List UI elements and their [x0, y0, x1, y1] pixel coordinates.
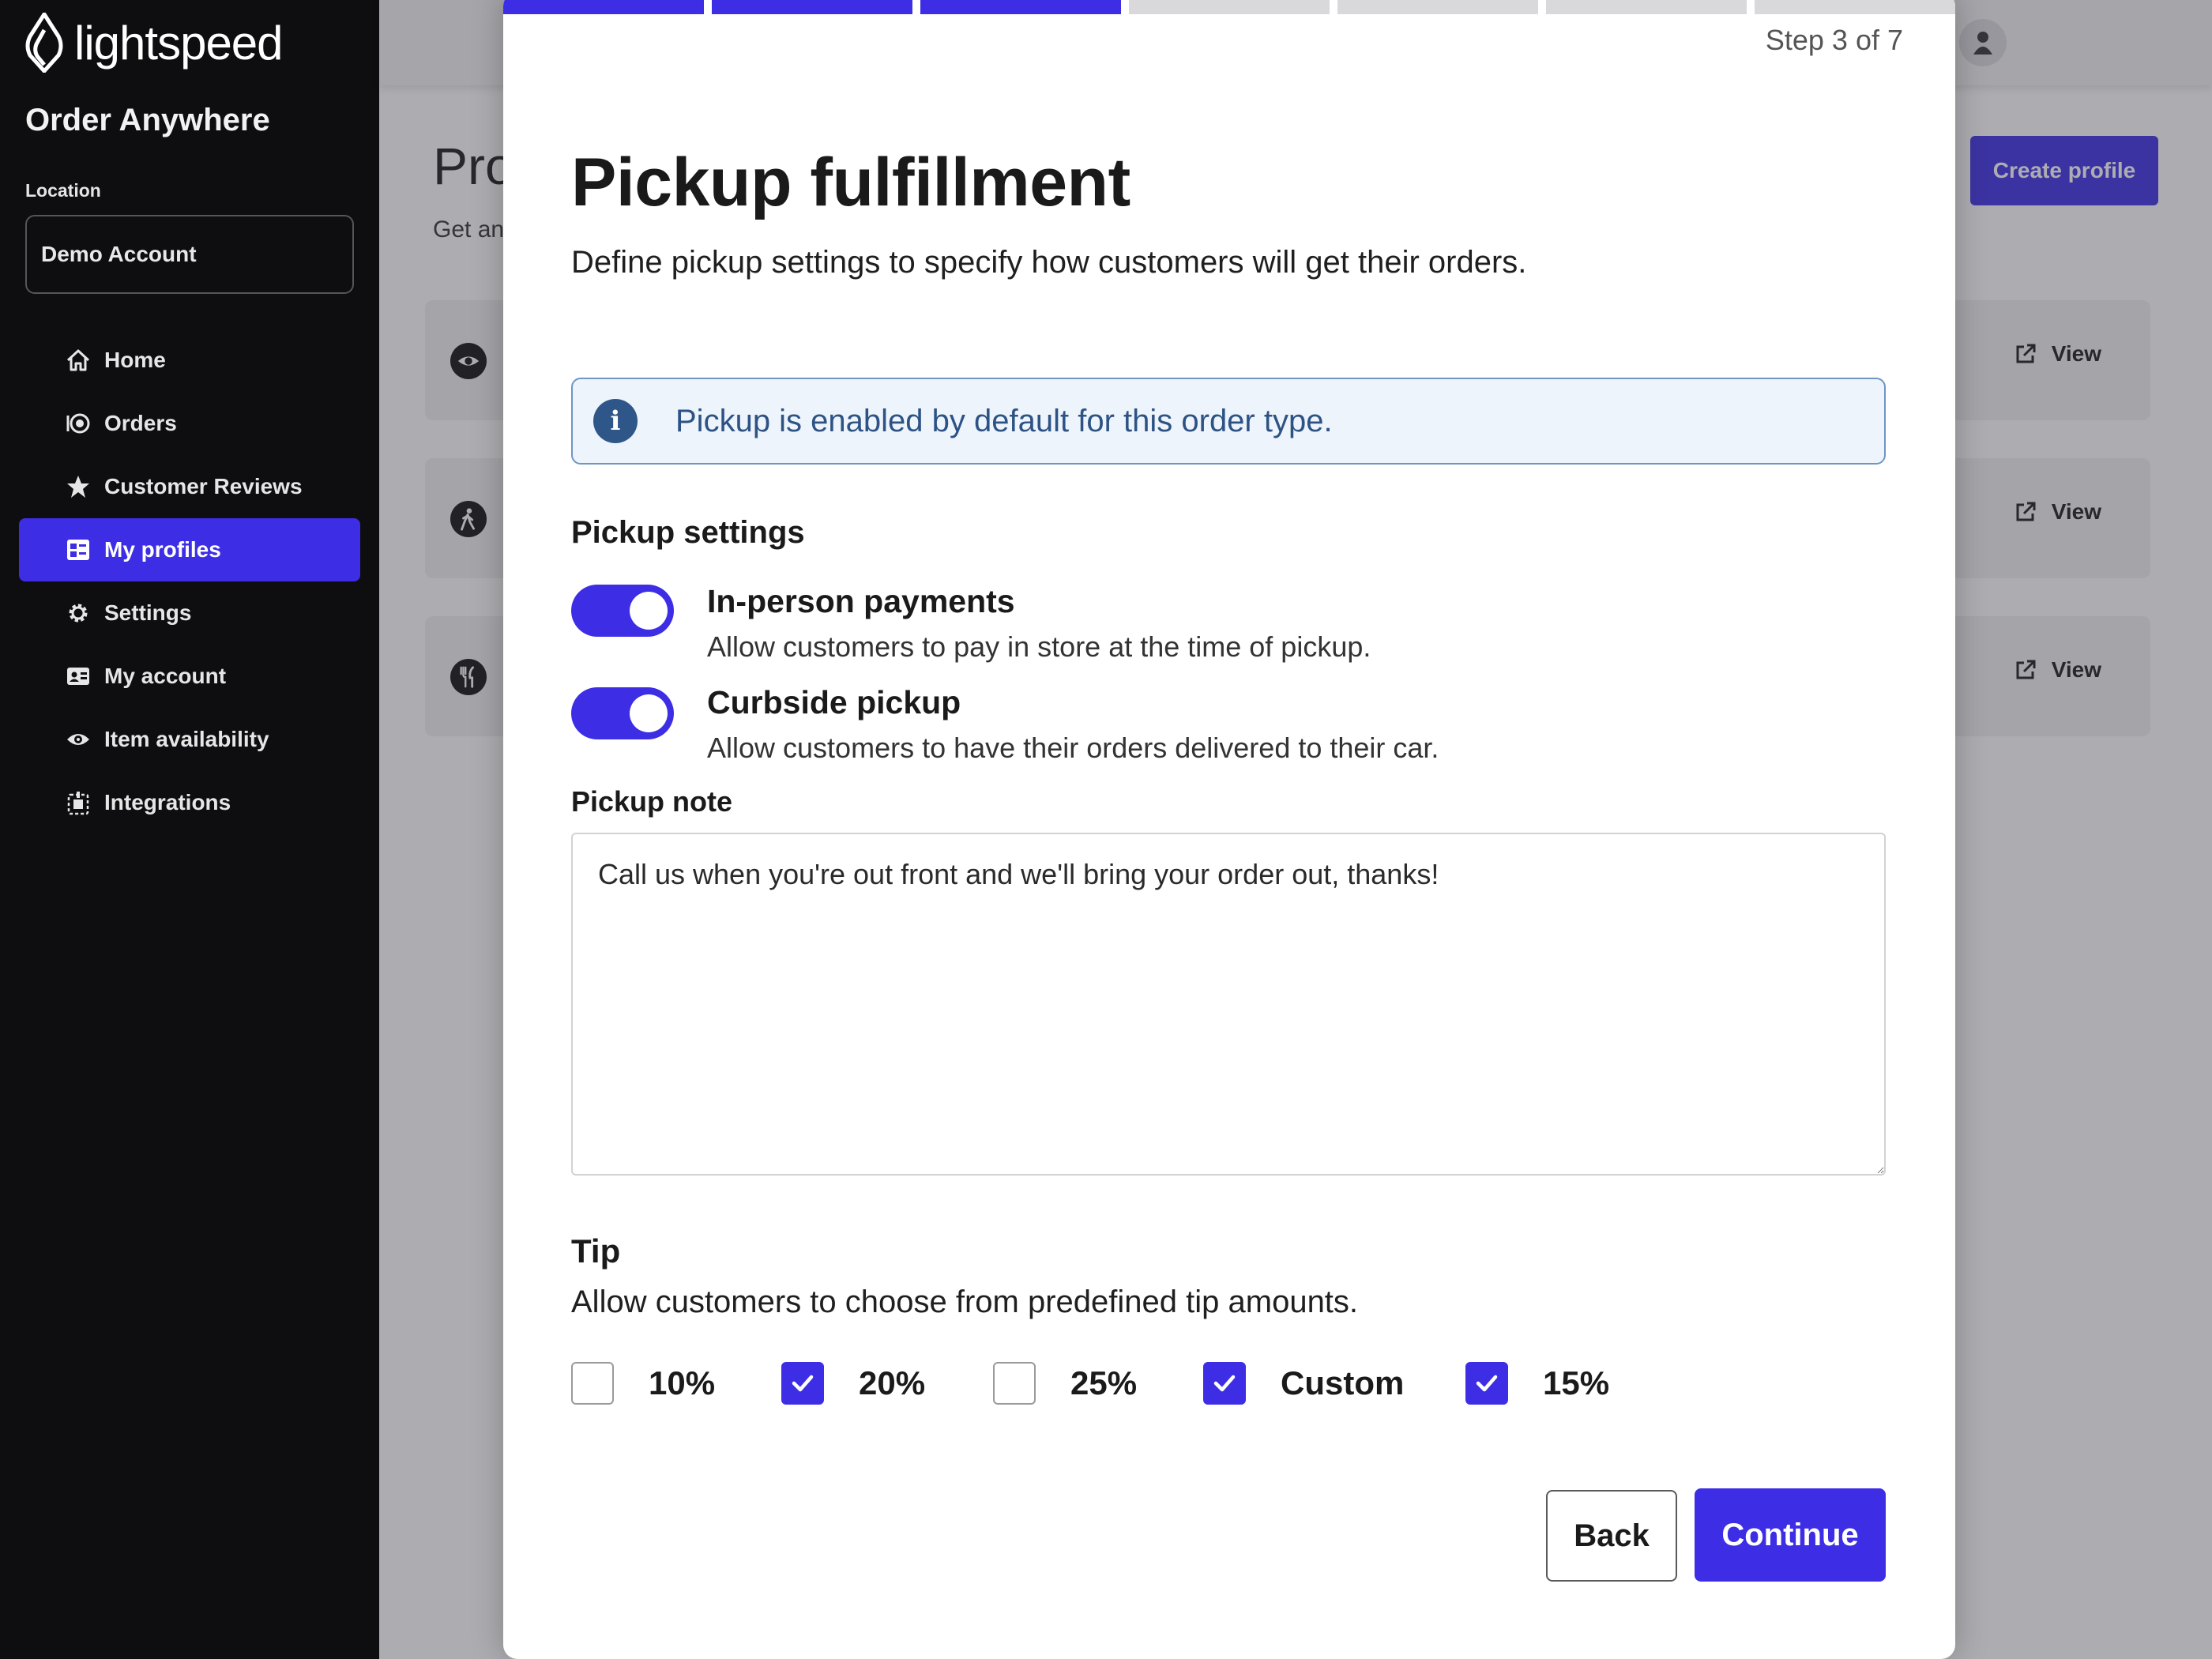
- location-selector[interactable]: Demo Account: [25, 215, 354, 294]
- progress-step-pending: [1129, 0, 1330, 14]
- id-card-icon: [65, 663, 92, 690]
- tip-label: 15%: [1543, 1364, 1610, 1401]
- tip-checkbox[interactable]: [571, 1362, 614, 1405]
- integrations-icon: [65, 789, 92, 816]
- in-person-payments-description: Allow customers to pay in store at the t…: [707, 630, 1371, 663]
- tip-option-20[interactable]: 20%: [781, 1362, 925, 1405]
- tip-checkbox[interactable]: [781, 1362, 824, 1405]
- progress-step-pending: [1755, 0, 1955, 14]
- info-message: Pickup is enabled by default for this or…: [675, 403, 1333, 438]
- tip-label: Custom: [1281, 1364, 1405, 1401]
- sidebar-item-my-profiles[interactable]: My profiles: [19, 518, 360, 581]
- toggle-knob: [630, 592, 668, 630]
- info-banner: i Pickup is enabled by default for this …: [571, 378, 1886, 465]
- tip-checkbox[interactable]: [1203, 1362, 1246, 1405]
- flame-logo-icon: [25, 13, 63, 73]
- tip-checkbox[interactable]: [1465, 1362, 1508, 1405]
- tip-option-custom[interactable]: Custom: [1203, 1362, 1404, 1405]
- app-name: Order Anywhere: [25, 103, 270, 137]
- modal-title: Pickup fulfillment: [571, 145, 1130, 220]
- pickup-settings-heading: Pickup settings: [571, 515, 805, 550]
- sidebar-item-customer-reviews[interactable]: Customer Reviews: [19, 455, 360, 518]
- tip-option-15[interactable]: 15%: [1465, 1362, 1609, 1405]
- sidebar-item-settings[interactable]: Settings: [19, 581, 360, 645]
- progress-step-pending: [1546, 0, 1747, 14]
- back-button[interactable]: Back: [1546, 1490, 1677, 1582]
- brand-name: lightspeed: [74, 16, 284, 70]
- star-icon: [65, 473, 92, 500]
- sidebar-item-label: Home: [104, 348, 166, 372]
- tip-description: Allow customers to choose from predefine…: [571, 1285, 1359, 1319]
- tip-label: 20%: [859, 1364, 926, 1401]
- checkmark-icon: [1476, 1375, 1498, 1392]
- progress-step-complete: [712, 0, 912, 14]
- modal-subtitle: Define pickup settings to specify how cu…: [571, 245, 1527, 280]
- in-person-payments-toggle[interactable]: [571, 585, 674, 637]
- curbside-pickup-description: Allow customers to have their orders del…: [707, 732, 1439, 764]
- sidebar-item-my-account[interactable]: My account: [19, 645, 360, 708]
- step-progress-bar: [503, 0, 1955, 14]
- sidebar-item-label: My account: [104, 664, 227, 688]
- sidebar-item-item-availability[interactable]: Item availability: [19, 708, 360, 771]
- sidebar-item-label: Integrations: [104, 790, 231, 814]
- sidebar-item-home[interactable]: Home: [19, 329, 360, 392]
- eye-icon: [65, 726, 92, 753]
- orders-icon: [65, 410, 92, 437]
- sidebar: lightspeed Order Anywhere Location Demo …: [0, 0, 379, 1659]
- pickup-fulfillment-modal: Step 3 of 7 Pickup fulfillment Define pi…: [503, 0, 1955, 1659]
- location-label: Location: [25, 180, 101, 201]
- brand-logo[interactable]: lightspeed: [24, 11, 284, 74]
- sidebar-item-label: My profiles: [104, 537, 221, 562]
- checkmark-icon: [1213, 1375, 1236, 1392]
- pickup-note-label: Pickup note: [571, 785, 733, 818]
- sidebar-nav: Home Orders Customer Reviews My profiles…: [19, 329, 360, 834]
- tip-heading: Tip: [571, 1232, 621, 1270]
- tip-label: 10%: [649, 1364, 716, 1401]
- profiles-icon: [65, 536, 92, 563]
- curbside-pickup-title: Curbside pickup: [707, 684, 961, 720]
- sidebar-item-integrations[interactable]: Integrations: [19, 771, 360, 834]
- pickup-note-textarea[interactable]: Call us when you're out front and we'll …: [571, 833, 1886, 1176]
- tip-label: 25%: [1070, 1364, 1138, 1401]
- continue-button[interactable]: Continue: [1695, 1488, 1886, 1582]
- toggle-knob: [630, 694, 668, 732]
- sidebar-item-label: Item availability: [104, 727, 269, 751]
- sidebar-item-label: Customer Reviews: [104, 474, 303, 498]
- sidebar-item-orders[interactable]: Orders: [19, 392, 360, 455]
- progress-step-pending: [1337, 0, 1538, 14]
- progress-step-complete: [503, 0, 704, 14]
- checkmark-icon: [792, 1375, 814, 1392]
- tip-checkbox[interactable]: [993, 1362, 1036, 1405]
- gear-icon: [65, 600, 92, 626]
- info-icon: i: [593, 399, 638, 443]
- in-person-payments-title: In-person payments: [707, 583, 1015, 619]
- curbside-pickup-toggle[interactable]: [571, 687, 674, 739]
- tip-option-10[interactable]: 10%: [571, 1362, 715, 1405]
- sidebar-item-label: Orders: [104, 411, 177, 435]
- sidebar-item-label: Settings: [104, 600, 192, 625]
- tip-option-25[interactable]: 25%: [993, 1362, 1137, 1405]
- progress-step-complete: [920, 0, 1121, 14]
- home-icon: [65, 347, 92, 374]
- step-indicator: Step 3 of 7: [1765, 24, 1903, 56]
